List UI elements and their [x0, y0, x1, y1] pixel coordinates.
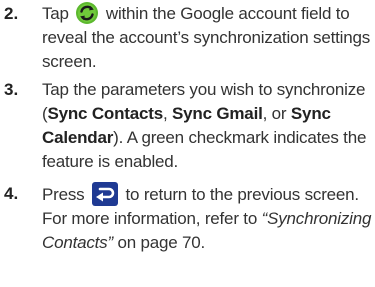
option-sync-contacts: Sync Contacts: [47, 104, 163, 123]
step-text: Press to return to the previous screen. …: [42, 182, 372, 255]
step-text: Tap the parameters you wish to synchroni…: [42, 78, 372, 174]
separator: , or: [262, 104, 291, 123]
separator: ,: [162, 104, 173, 123]
sync-icon: [76, 2, 99, 24]
step-number: 3.: [4, 80, 19, 99]
back-icon: [92, 182, 118, 206]
step-number: 2.: [4, 4, 19, 23]
step-number: 4.: [4, 184, 19, 203]
step-text-after-link: on page 70.: [112, 233, 206, 252]
step-text-before-icon: Press: [42, 185, 85, 204]
option-sync-gmail: Sync Gmail: [172, 104, 263, 123]
step-text-before-icon: Tap: [42, 4, 69, 23]
step-text: Tap within the Google account field to r…: [42, 2, 372, 74]
